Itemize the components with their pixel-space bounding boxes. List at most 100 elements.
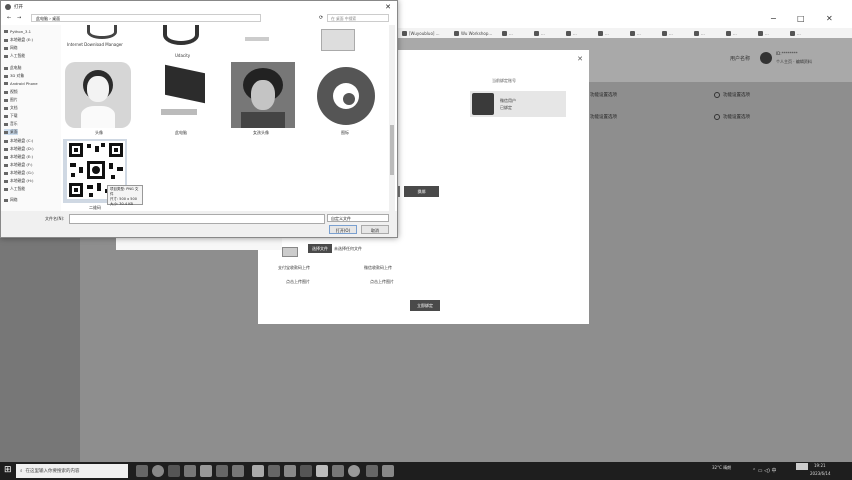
app-icon-partial[interactable] xyxy=(163,25,199,45)
nav-item[interactable]: 人工智能 xyxy=(4,186,25,192)
browser-app-icon[interactable] xyxy=(152,465,164,477)
nav-item[interactable]: 本地磁盘 (D:) xyxy=(4,146,34,152)
desktop-icon xyxy=(4,130,8,134)
nav-item[interactable]: 视频 xyxy=(4,89,18,95)
feature-item[interactable]: 功能设置选项 xyxy=(714,92,750,98)
app-icon[interactable] xyxy=(300,465,312,477)
file-thumbnail-logo[interactable] xyxy=(317,67,375,125)
nav-item-selected[interactable]: 桌面 xyxy=(4,129,18,135)
app-icon[interactable] xyxy=(332,465,344,477)
file-grid-scrollbar[interactable] xyxy=(389,25,395,211)
file-label: Udacity xyxy=(175,53,191,58)
refresh-icon[interactable]: ⟳ xyxy=(319,15,323,21)
file-thumbnail-partial[interactable] xyxy=(245,37,269,41)
file-thumbnail-computer[interactable] xyxy=(155,64,211,123)
nav-item[interactable]: 文档 xyxy=(4,105,18,111)
forward-arrow-icon[interactable]: → xyxy=(17,15,21,21)
app-icon[interactable] xyxy=(284,465,296,477)
nav-item[interactable]: 网络 xyxy=(4,197,18,203)
filename-input[interactable] xyxy=(69,214,325,224)
nav-item[interactable]: 本地磁盘 (G:) xyxy=(4,170,34,176)
app-icon-active[interactable] xyxy=(316,465,328,477)
maximize-button[interactable]: □ xyxy=(797,14,805,23)
avatar[interactable] xyxy=(760,52,772,64)
app-icon-partial[interactable] xyxy=(87,25,117,39)
bookmark-item[interactable]: ... xyxy=(630,29,641,37)
bookmark-item[interactable]: ... xyxy=(726,29,737,37)
nav-item[interactable]: 人工智能 xyxy=(4,53,25,59)
taskbar-search-box[interactable]: ⌕ 在这里输入你要搜索的内容 xyxy=(16,464,128,478)
bookmark-item[interactable]: ... xyxy=(534,29,545,37)
nav-item[interactable]: 此电脑 xyxy=(4,65,21,71)
address-field[interactable]: 此电脑 › 桌面 xyxy=(31,14,261,22)
clock-time[interactable]: 19:21 xyxy=(814,463,826,468)
bookmark-icon xyxy=(726,30,731,36)
nav-item[interactable]: 音乐 xyxy=(4,121,18,127)
app-icon-active[interactable] xyxy=(252,465,264,477)
app-icon[interactable] xyxy=(168,465,180,477)
confirm-bind-button[interactable]: 立即绑定 xyxy=(410,300,440,311)
feature-item[interactable]: 功能设置选项 xyxy=(714,114,750,120)
app-icon[interactable] xyxy=(382,465,394,477)
bookmark-item[interactable]: ... xyxy=(598,29,609,37)
weather-widget[interactable]: 32°C 晴朗 xyxy=(712,465,731,471)
rebind-button[interactable]: 换绑 xyxy=(404,186,439,197)
nav-item[interactable]: 本地磁盘 (F:) xyxy=(4,162,33,168)
app-icon[interactable] xyxy=(216,465,228,477)
dialog-search-input[interactable]: 在 桌面 中搜索 xyxy=(327,14,389,22)
scrollbar-thumb[interactable] xyxy=(390,125,394,175)
bookmark-item[interactable]: ... xyxy=(566,29,577,37)
nav-item[interactable]: 本地磁盘 (H:) xyxy=(4,178,34,184)
file-label: 图标 xyxy=(341,130,349,135)
feature-item[interactable]: 功能设置选项 xyxy=(590,114,617,120)
file-thumbnail-partial[interactable] xyxy=(321,29,355,51)
nav-item[interactable]: Python_3.1 xyxy=(4,29,31,34)
feature-item[interactable]: 功能设置选项 xyxy=(590,92,617,98)
choose-file-button[interactable]: 选择文件 xyxy=(308,244,332,253)
nav-item[interactable]: 本地磁盘 (C:) xyxy=(4,138,33,144)
wechat-upload-link[interactable]: 点击上传图片 xyxy=(370,279,394,285)
nav-item[interactable]: Android Phone xyxy=(4,81,38,86)
nav-item[interactable]: 本地磁盘 (E:) xyxy=(4,37,33,43)
cancel-button[interactable]: 取消 xyxy=(361,225,389,234)
bookmark-item[interactable]: ... xyxy=(790,29,801,37)
app-icon[interactable] xyxy=(232,465,244,477)
nav-item[interactable]: 下载 xyxy=(4,113,18,119)
bookmark-item[interactable]: ... xyxy=(662,29,673,37)
alipay-upload-link[interactable]: 点击上传图片 xyxy=(286,279,310,285)
nav-item[interactable]: 本地磁盘 (E:) xyxy=(4,154,33,160)
upload-hint: 未选择任何文件 xyxy=(334,246,362,251)
dialog-close-button[interactable]: ✕ xyxy=(385,3,391,11)
bookmark-icon xyxy=(790,30,795,36)
windows-start-icon[interactable]: ⊞ xyxy=(4,465,12,475)
nav-item[interactable]: 网络 xyxy=(4,45,18,51)
bookmark-item[interactable]: ... xyxy=(694,29,705,37)
file-thumbnail-avatar[interactable] xyxy=(65,62,131,128)
task-view-icon[interactable] xyxy=(136,465,148,477)
bookmark-item[interactable]: [Wuyoubluo] ... xyxy=(402,29,440,37)
app-icon[interactable] xyxy=(348,465,360,477)
clock-date[interactable]: 2023/6/14 xyxy=(810,471,831,476)
app-icon[interactable] xyxy=(200,465,212,477)
file-input-box[interactable] xyxy=(282,247,298,257)
file-thumbnail-photo[interactable] xyxy=(231,62,295,128)
user-meta-1: ID:******** xyxy=(776,51,798,56)
file-type-select[interactable]: 自定义文件 xyxy=(327,214,389,222)
app-icon[interactable] xyxy=(268,465,280,477)
minimize-button[interactable]: − xyxy=(770,14,777,23)
close-window-button[interactable]: ✕ xyxy=(826,14,833,23)
dialog-icon xyxy=(5,3,11,10)
modal-close-button[interactable]: ✕ xyxy=(577,55,583,63)
open-button[interactable]: 打开(O) xyxy=(329,225,357,234)
bookmark-item[interactable]: ... xyxy=(502,29,513,37)
bookmark-item[interactable]: Wu Workshop... xyxy=(454,29,492,37)
account-name: 微信用户 xyxy=(500,98,516,103)
tray-icons[interactable]: ⌃ ▭ ◁) 中 xyxy=(752,467,776,474)
app-icon[interactable] xyxy=(184,465,196,477)
bookmark-icon xyxy=(662,30,667,36)
app-icon[interactable] xyxy=(366,465,378,477)
nav-item[interactable]: 3D 对象 xyxy=(4,73,24,79)
bookmark-item[interactable]: ... xyxy=(758,29,769,37)
back-arrow-icon[interactable]: ← xyxy=(7,15,11,21)
nav-item[interactable]: 图片 xyxy=(4,97,18,103)
